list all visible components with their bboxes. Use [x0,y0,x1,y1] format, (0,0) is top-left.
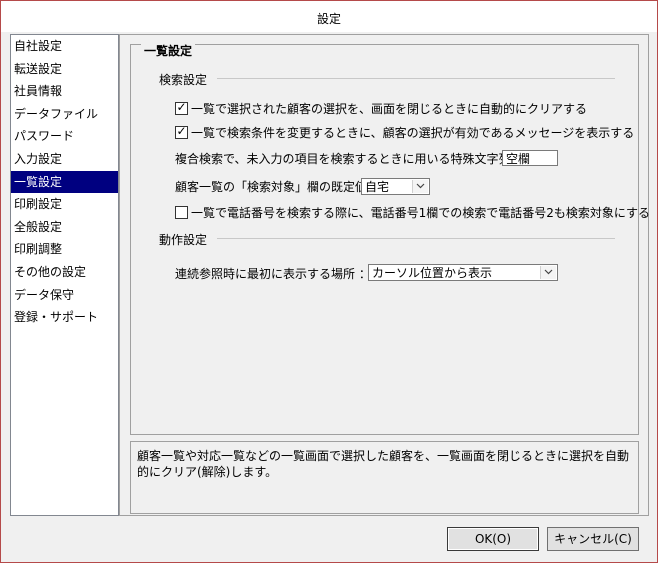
selection-message-label[interactable]: 一覧で検索条件を変更するときに、顧客の選択が有効であるメッセージを表示する [191,124,634,141]
sidebar-item-list[interactable]: 一覧設定 [11,170,118,194]
group-title: 一覧設定 [141,42,196,59]
sidebar-item-company[interactable]: 自社設定 [11,35,118,58]
phone-search-label[interactable]: 一覧で電話番号を検索する際に、電話番号1欄での検索で電話番号2も検索対象にする [191,204,650,221]
sidebar-item-maintenance[interactable]: データ保守 [11,284,118,307]
sidebar-item-print[interactable]: 印刷設定 [11,193,118,216]
cancel-button[interactable]: キャンセル(C) [547,527,639,551]
phone-search-checkbox[interactable] [175,206,188,219]
check-mark-icon: ✓ [176,124,187,138]
search-settings-heading: 検索設定 [159,73,208,87]
sidebar-item-transfer[interactable]: 転送設定 [11,58,118,81]
window-title: 設定 [316,12,341,26]
sidebar-item-registration[interactable]: 登録・サポート [11,306,118,329]
sidebar-item-employee[interactable]: 社員情報 [11,80,118,103]
sidebar-item-general[interactable]: 全般設定 [11,216,118,239]
description-box: 顧客一覧や対応一覧などの一覧画面で選択した顧客を、一覧画面を閉じるときに選択を自… [130,441,639,514]
display-location-select[interactable]: カーソル位置から表示 [368,264,558,281]
display-location-label: 連続参照時に最初に表示する場所 ： [175,267,371,281]
special-char-label: 複合検索で、未入力の項目を検索するときに用いる特殊文字列: [175,152,515,166]
search-target-select[interactable]: 自宅 [361,178,430,195]
selection-message-checkbox[interactable]: ✓ [175,124,188,139]
search-target-value: 自宅 [365,180,390,194]
action-settings-heading: 動作設定 [159,233,208,247]
action-settings-divider [217,238,615,239]
dropdown-arrow[interactable] [412,180,428,193]
display-location-value: カーソル位置から表示 [372,266,493,280]
chevron-down-icon [544,269,553,275]
auto-clear-checkbox[interactable]: ✓ [175,100,188,115]
title-bar[interactable]: 設定 [1,1,657,32]
sidebar-item-password[interactable]: パスワード [11,125,118,148]
settings-window: 設定 自社設定 転送設定 社員情報 データファイル パスワード 入力設定 一覧設… [0,0,658,563]
dropdown-arrow[interactable] [540,266,556,279]
list-settings-group: 一覧設定 検索設定 ✓ 一覧で選択された顧客の選択を、画面を閉じるときに自動的に… [130,42,650,435]
special-char-input[interactable]: 空欄 [502,150,558,166]
settings-category-list[interactable]: 自社設定 転送設定 社員情報 データファイル パスワード 入力設定 一覧設定 印… [10,34,119,516]
search-settings-divider [217,78,615,79]
ok-button[interactable]: OK(O) [447,527,539,551]
chevron-down-icon [416,183,425,189]
sidebar-item-other[interactable]: その他の設定 [11,261,118,284]
check-mark-icon: ✓ [176,100,187,114]
auto-clear-label[interactable]: 一覧で選択された顧客の選択を、画面を閉じるときに自動的にクリアする [191,100,587,117]
search-target-label: 顧客一覧の「検索対象」欄の既定値: [175,180,372,194]
sidebar-item-datafile[interactable]: データファイル [11,103,118,126]
sidebar-item-print-adjust[interactable]: 印刷調整 [11,238,118,261]
sidebar-item-input[interactable]: 入力設定 [11,148,118,171]
description-text: 顧客一覧や対応一覧などの一覧画面で選択した顧客を、一覧画面を閉じるときに選択を自… [137,449,630,479]
